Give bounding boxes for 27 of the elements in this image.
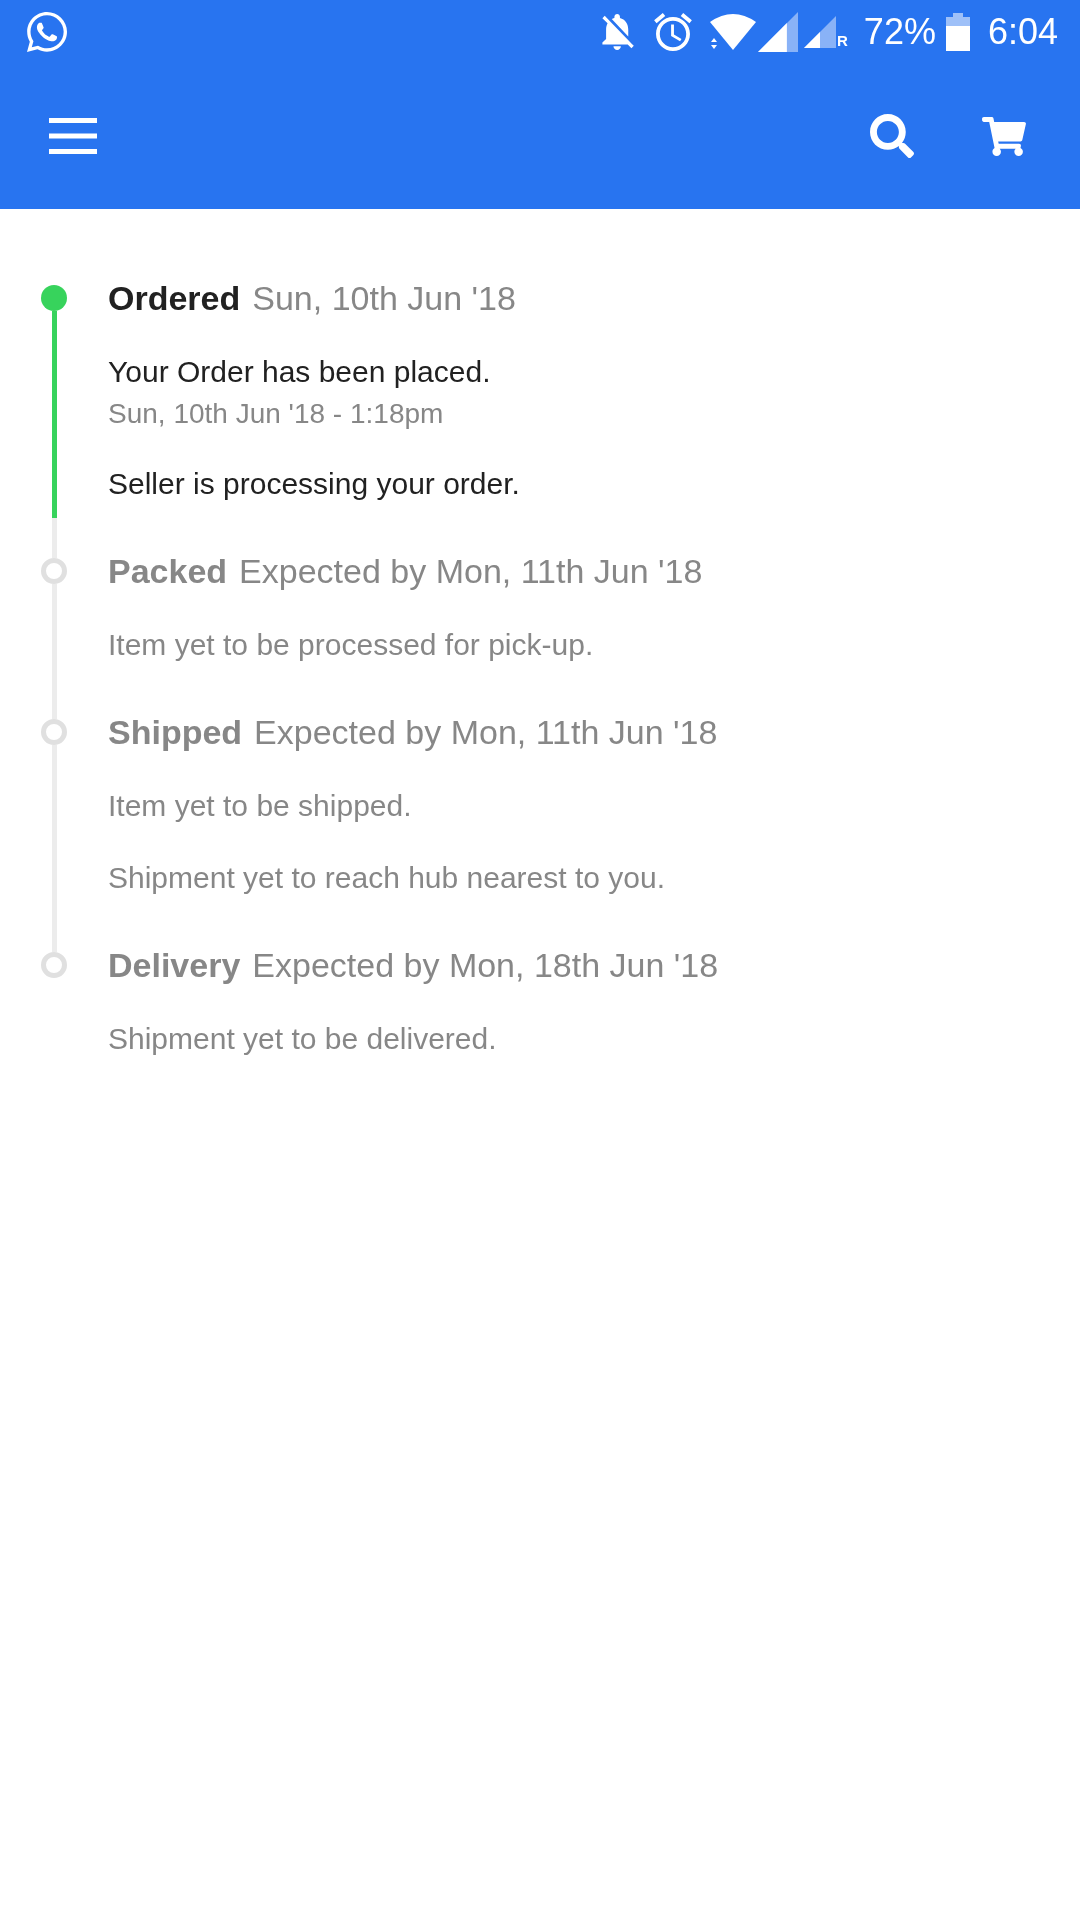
bell-off-icon	[602, 13, 634, 50]
wifi-icon	[708, 13, 756, 50]
event-text: Shipment yet to be delivered.	[108, 1021, 497, 1057]
battery-icon	[945, 12, 970, 51]
event-text: Item yet to be shipped.	[108, 788, 412, 824]
signal-icon	[758, 11, 798, 52]
event-text: Item yet to be processed for pick-up.	[108, 627, 594, 663]
roaming-label: R	[837, 32, 848, 48]
step-date: Expected by Mon, 18th Jun '18	[252, 945, 719, 986]
search-icon[interactable]	[870, 114, 914, 158]
battery-percent: 72%	[863, 11, 936, 52]
step-date: Expected by Mon, 11th Jun '18	[239, 551, 703, 592]
event-time: Sun, 10th Jun '18 - 1:18pm	[108, 397, 444, 431]
step-title: Delivery	[108, 945, 241, 986]
step-title: Packed	[108, 551, 228, 592]
signal-icon	[804, 15, 836, 48]
event-text: Shipment yet to reach hub nearest to you.	[108, 860, 665, 896]
step-date: Sun, 10th Jun '18	[252, 278, 516, 319]
event-text: Your Order has been placed.	[108, 354, 491, 390]
clock-time: 6:04	[987, 11, 1058, 52]
step-title: Shipped	[108, 712, 243, 753]
step-date: Expected by Mon, 11th Jun '18	[254, 712, 718, 753]
cart-icon[interactable]	[982, 116, 1026, 156]
step-title: Ordered	[108, 278, 241, 319]
event-text: Seller is processing your order.	[108, 466, 520, 502]
menu-icon[interactable]	[49, 118, 97, 154]
alarm-clock-icon	[654, 12, 692, 51]
